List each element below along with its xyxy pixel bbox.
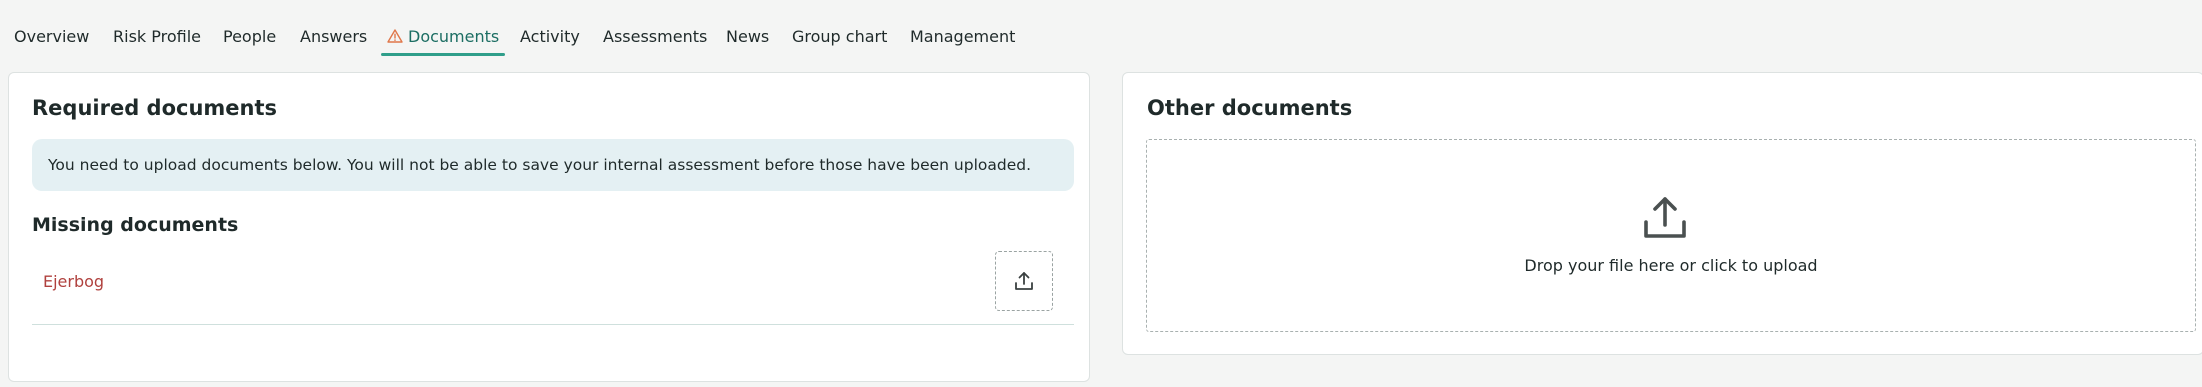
upload-required-notice: You need to upload documents below. You … [32, 139, 1074, 191]
tab-answers[interactable]: Answers [300, 24, 367, 56]
row-divider [32, 324, 1074, 325]
warning-icon [387, 29, 403, 43]
tab-label: Risk Profile [113, 27, 201, 46]
dropzone-text: Drop your file here or click to upload [1524, 256, 1818, 275]
tab-people[interactable]: People [223, 24, 276, 56]
required-documents-title: Required documents [32, 96, 278, 120]
tab-activity[interactable]: Activity [520, 24, 580, 56]
other-documents-title: Other documents [1147, 96, 1353, 120]
missing-document-link[interactable]: Ejerbog [43, 272, 104, 291]
upload-icon [1015, 272, 1033, 290]
tab-management[interactable]: Management [910, 24, 1015, 56]
tab-news[interactable]: News [726, 24, 769, 56]
tab-overview[interactable]: Overview [14, 24, 89, 56]
tab-label: News [726, 27, 770, 46]
tab-label: Overview [14, 27, 90, 46]
upload-icon [1644, 197, 1686, 238]
tab-group-chart[interactable]: Group chart [792, 24, 887, 56]
tab-label: Answers [300, 27, 368, 46]
tab-label: Management [910, 27, 1016, 46]
required-documents-card: Required documents You need to upload do… [8, 72, 1090, 382]
tab-bar: Overview Risk Profile People Answers Doc… [0, 0, 2202, 56]
tab-documents[interactable]: Documents [380, 24, 506, 56]
tab-label: Documents [408, 27, 500, 46]
other-documents-card: Other documents Drop your file here or c… [1122, 72, 2202, 355]
tab-assessments[interactable]: Assessments [603, 24, 707, 56]
file-dropzone[interactable]: Drop your file here or click to upload [1146, 139, 2196, 332]
tab-risk-profile[interactable]: Risk Profile [113, 24, 201, 56]
tab-label: Activity [520, 27, 580, 46]
tab-label: People [223, 27, 277, 46]
tab-label: Group chart [792, 27, 888, 46]
upload-document-button[interactable] [995, 251, 1053, 311]
tab-label: Assessments [603, 27, 708, 46]
missing-documents-title: Missing documents [32, 214, 239, 236]
